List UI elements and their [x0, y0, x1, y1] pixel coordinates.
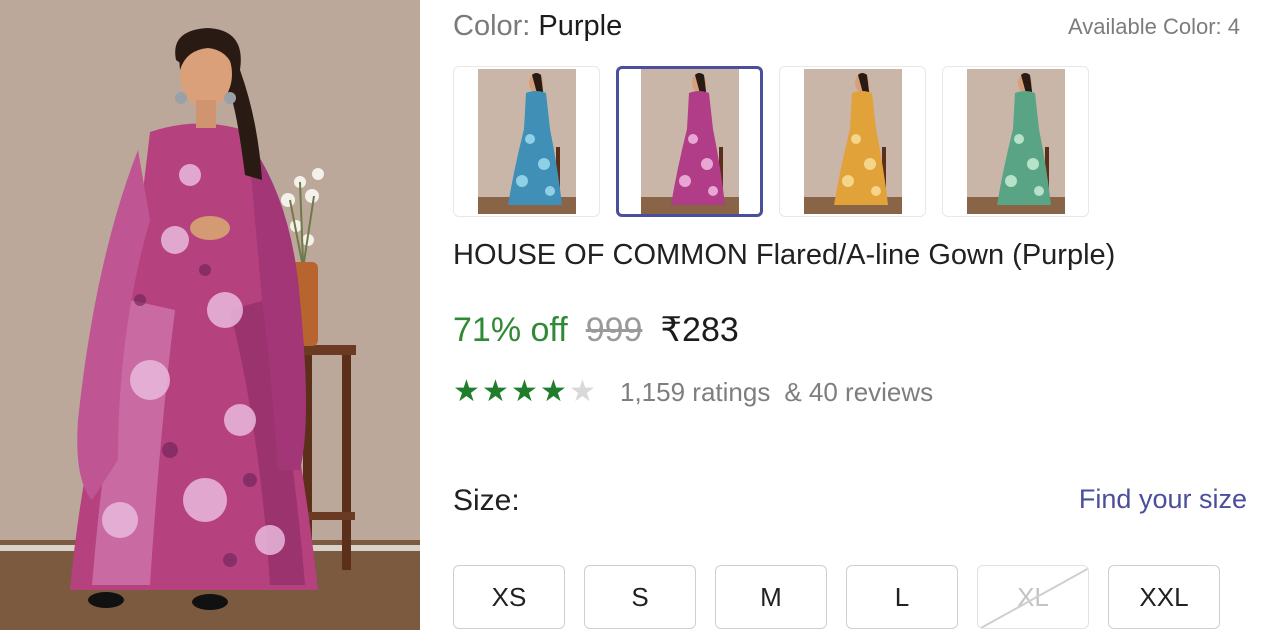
price-row: 71% off 999 ₹283 [453, 310, 739, 350]
swatch-blue-gown[interactable] [453, 66, 600, 217]
available-colors-count: Available Color: 4 [1067, 14, 1240, 39]
size-option-xxl[interactable]: XXL [1108, 565, 1220, 629]
reviews-count: & 40 reviews [784, 376, 934, 407]
star-rating: ★ ★ ★ ★ ★ [453, 376, 598, 408]
star-icon: ★ [482, 374, 509, 409]
swatch-green-gown[interactable] [942, 66, 1089, 217]
product-title: HOUSE OF COMMON Flared/A-line Gown (Purp… [453, 239, 1116, 271]
color-value: Purple [538, 10, 623, 42]
star-icon: ★ [540, 374, 567, 409]
color-swatch-list [453, 66, 1089, 217]
swatch-purple-gown[interactable] [616, 66, 763, 217]
size-option-label: S [631, 581, 649, 612]
find-your-size-link[interactable]: Find your size [1079, 484, 1247, 515]
ratings-count: 1,159 ratings [620, 376, 771, 407]
star-icon: ★ [453, 374, 480, 409]
gown-thumbnail-image [966, 69, 1065, 214]
unavailable-strike [979, 566, 1088, 628]
size-option-label: L [894, 581, 910, 612]
size-option-label: M [760, 581, 782, 612]
star-icon: ★ [511, 374, 538, 409]
size-option-label: XS [491, 581, 527, 612]
product-details-panel: Color: Purple Available Color: 4 HOUSE O… [420, 0, 1280, 630]
rating-summary[interactable]: ★ ★ ★ ★ ★ 1,159 ratings & 40 reviews [453, 376, 933, 408]
size-option-xs[interactable]: XS [453, 565, 565, 629]
size-option-l[interactable]: L [846, 565, 958, 629]
size-selector: XS S M L XL XXL [453, 565, 1220, 629]
size-option-s[interactable]: S [584, 565, 696, 629]
size-option-m[interactable]: M [715, 565, 827, 629]
size-option-label: XXL [1139, 581, 1189, 612]
gown-thumbnail-image [640, 69, 739, 214]
selected-color: Color: Purple [453, 10, 622, 43]
discount-percent: 71% off [453, 311, 568, 349]
model-photo [0, 0, 420, 630]
size-label: Size: [453, 484, 520, 517]
original-price: 999 [585, 311, 643, 349]
gown-thumbnail-image [477, 69, 576, 214]
swatch-mustard-gown[interactable] [779, 66, 926, 217]
selling-price: ₹283 [660, 311, 739, 349]
size-option-xl-unavailable: XL [977, 565, 1089, 629]
product-main-image[interactable] [0, 0, 420, 630]
star-icon: ★ [569, 374, 596, 409]
gown-thumbnail-image [803, 69, 902, 214]
color-label: Color: [453, 10, 539, 42]
